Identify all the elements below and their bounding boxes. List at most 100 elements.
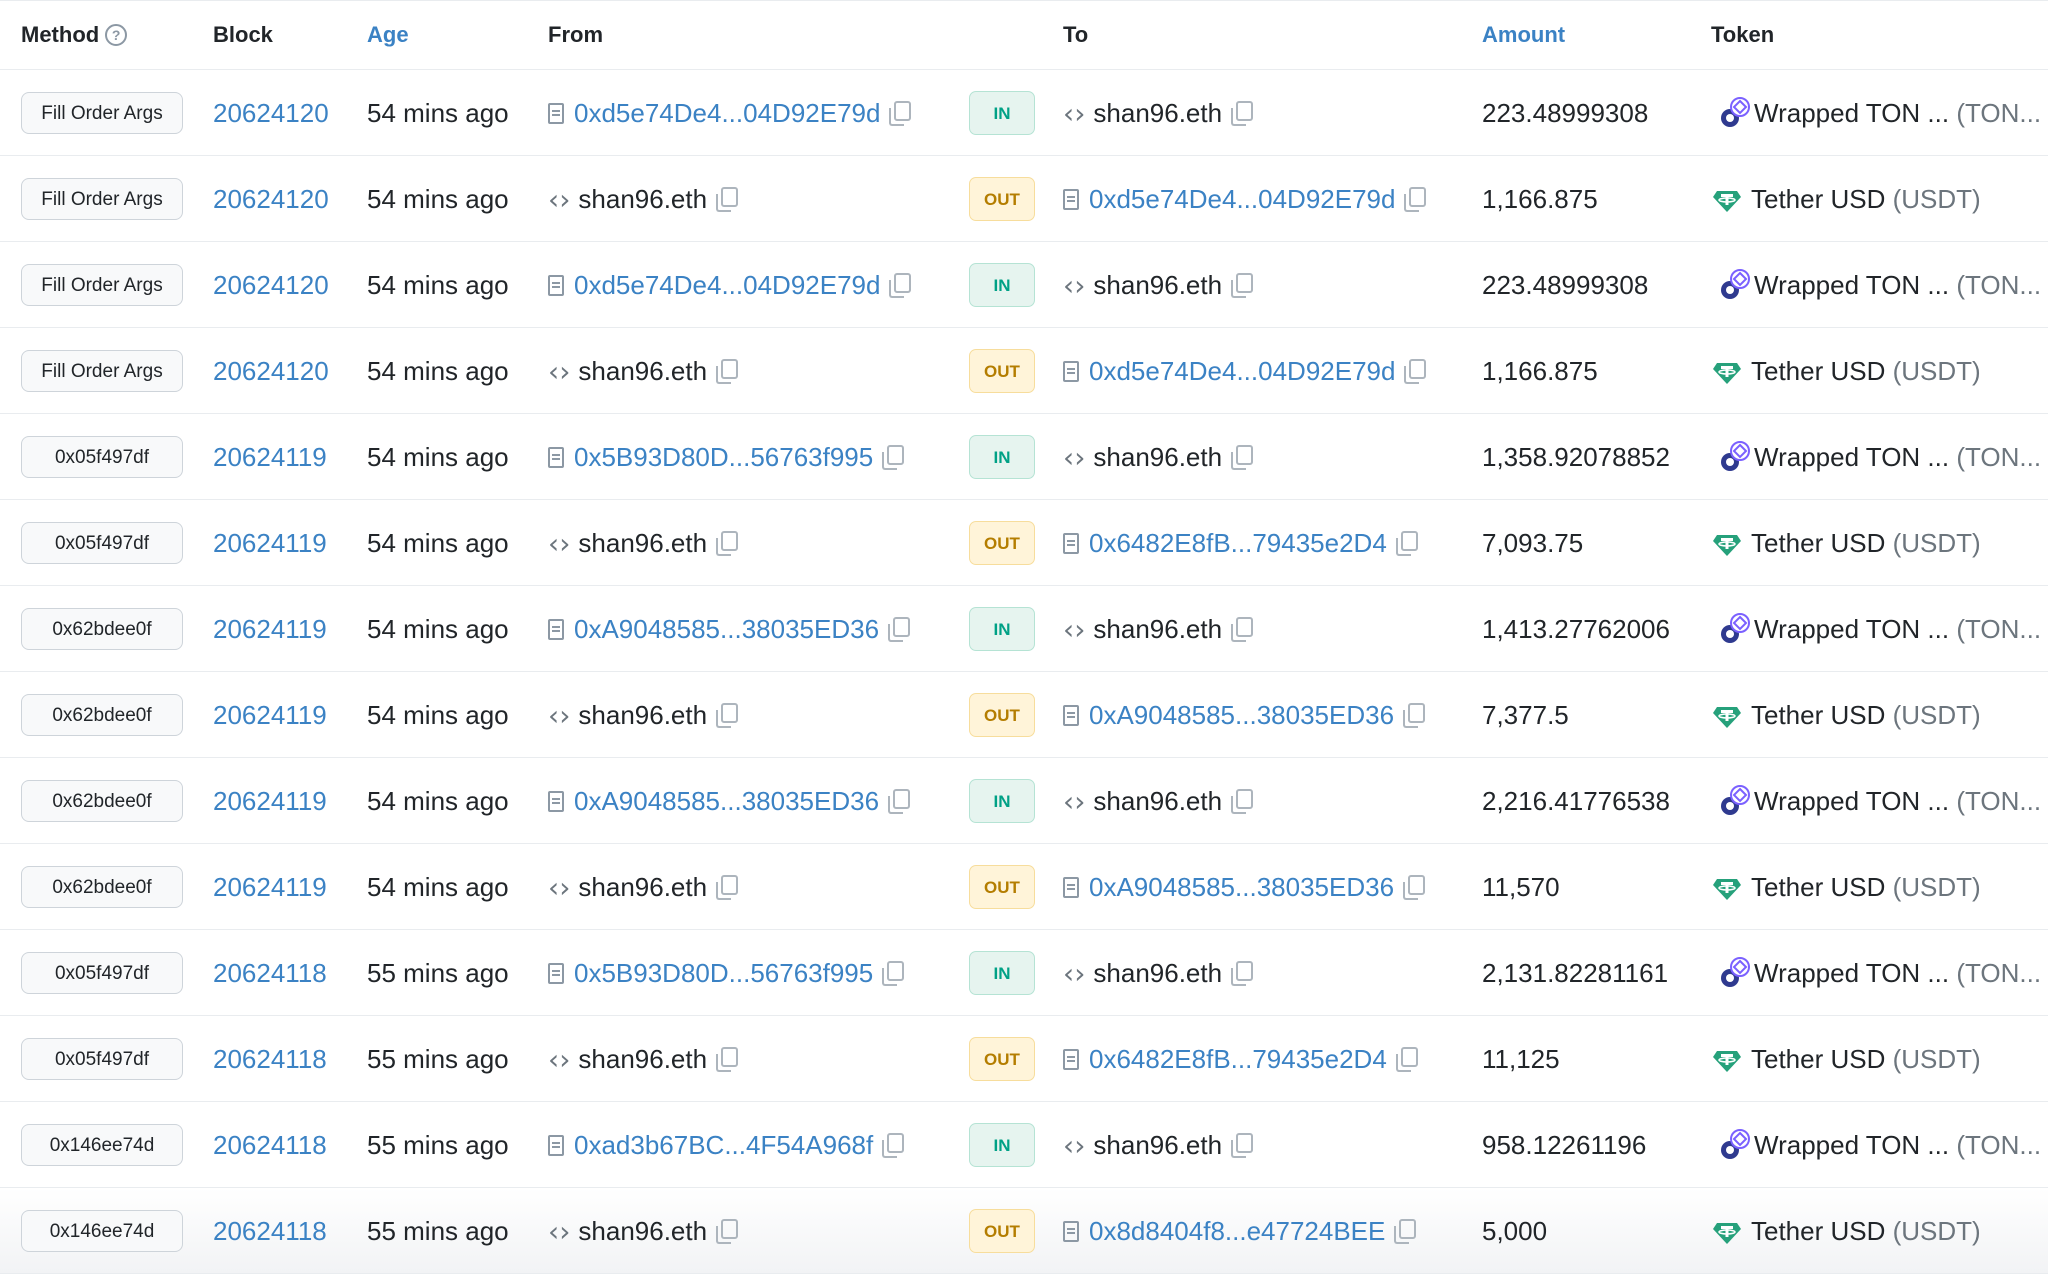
token-name[interactable]: Tether USD [1751, 528, 1885, 559]
copy-icon[interactable] [716, 703, 739, 728]
token-name[interactable]: Tether USD [1751, 1044, 1885, 1075]
address-link[interactable]: 0xA9048585...38035ED36 [1089, 700, 1394, 731]
ens-name[interactable]: shan96.eth [578, 356, 707, 387]
method-badge[interactable]: 0x05f497df [21, 436, 183, 478]
ens-name[interactable]: shan96.eth [1093, 98, 1222, 129]
copy-icon[interactable] [1395, 1047, 1418, 1072]
token-name[interactable]: Wrapped TON ... [1754, 98, 1949, 129]
copy-icon[interactable] [716, 359, 739, 384]
token-name[interactable]: Wrapped TON ... [1754, 270, 1949, 301]
copy-icon[interactable] [1231, 789, 1254, 814]
token-name[interactable]: Wrapped TON ... [1754, 786, 1949, 817]
ens-name[interactable]: shan96.eth [1093, 270, 1222, 301]
copy-icon[interactable] [716, 875, 739, 900]
token-link[interactable]: Tether USD (USDT) [1711, 1188, 1981, 1274]
ens-name[interactable]: shan96.eth [1093, 1130, 1222, 1161]
token-name[interactable]: Tether USD [1751, 184, 1885, 215]
token-link[interactable]: Wrapped TON ... (TON... [1718, 1102, 2041, 1188]
token-name[interactable]: Wrapped TON ... [1754, 1130, 1949, 1161]
token-link[interactable]: Tether USD (USDT) [1711, 1016, 1981, 1102]
token-link[interactable]: Wrapped TON ... (TON... [1718, 70, 2041, 156]
copy-icon[interactable] [716, 1047, 739, 1072]
column-age[interactable]: Age [367, 1, 409, 69]
ens-name[interactable]: shan96.eth [1093, 958, 1222, 989]
copy-icon[interactable] [888, 617, 911, 642]
method-badge[interactable]: Fill Order Args [21, 264, 183, 306]
token-link[interactable]: Tether USD (USDT) [1711, 328, 1981, 414]
block-link[interactable]: 20624120 [213, 328, 329, 414]
address-link[interactable]: 0xd5e74De4...04D92E79d [1089, 356, 1395, 387]
method-badge[interactable]: Fill Order Args [21, 178, 183, 220]
block-link[interactable]: 20624120 [213, 156, 329, 242]
method-badge[interactable]: 0x05f497df [21, 522, 183, 564]
ens-name[interactable]: shan96.eth [578, 872, 707, 903]
token-link[interactable]: Wrapped TON ... (TON... [1718, 242, 2041, 328]
token-name[interactable]: Wrapped TON ... [1754, 958, 1949, 989]
copy-icon[interactable] [889, 273, 912, 298]
address-link[interactable]: 0x6482E8fB...79435e2D4 [1089, 1044, 1387, 1075]
copy-icon[interactable] [1394, 1219, 1417, 1244]
method-badge[interactable]: 0x62bdee0f [21, 694, 183, 736]
method-badge[interactable]: 0x62bdee0f [21, 780, 183, 822]
copy-icon[interactable] [1395, 531, 1418, 556]
method-badge[interactable]: 0x146ee74d [21, 1124, 183, 1166]
token-name[interactable]: Wrapped TON ... [1754, 442, 1949, 473]
address-link[interactable]: 0xd5e74De4...04D92E79d [1089, 184, 1395, 215]
ens-name[interactable]: shan96.eth [1093, 786, 1222, 817]
token-link[interactable]: Wrapped TON ... (TON... [1718, 586, 2041, 672]
token-name[interactable]: Tether USD [1751, 1216, 1885, 1247]
copy-icon[interactable] [882, 445, 905, 470]
ens-name[interactable]: shan96.eth [578, 700, 707, 731]
copy-icon[interactable] [1231, 961, 1254, 986]
copy-icon[interactable] [1403, 703, 1426, 728]
block-link[interactable]: 20624120 [213, 70, 329, 156]
address-link[interactable]: 0x5B93D80D...56763f995 [574, 442, 873, 473]
copy-icon[interactable] [1404, 187, 1427, 212]
token-link[interactable]: Wrapped TON ... (TON... [1718, 414, 2041, 500]
copy-icon[interactable] [882, 1133, 905, 1158]
block-link[interactable]: 20624119 [213, 672, 327, 758]
token-name[interactable]: Tether USD [1751, 700, 1885, 731]
copy-icon[interactable] [716, 1219, 739, 1244]
address-link[interactable]: 0x5B93D80D...56763f995 [574, 958, 873, 989]
token-link[interactable]: Tether USD (USDT) [1711, 672, 1981, 758]
copy-icon[interactable] [1231, 445, 1254, 470]
token-link[interactable]: Wrapped TON ... (TON... [1718, 930, 2041, 1016]
copy-icon[interactable] [1231, 273, 1254, 298]
ens-name[interactable]: shan96.eth [578, 528, 707, 559]
address-link[interactable]: 0xd5e74De4...04D92E79d [574, 270, 880, 301]
block-link[interactable]: 20624119 [213, 500, 327, 586]
block-link[interactable]: 20624119 [213, 758, 327, 844]
block-link[interactable]: 20624118 [213, 1016, 327, 1102]
token-link[interactable]: Tether USD (USDT) [1711, 844, 1981, 930]
method-badge[interactable]: 0x62bdee0f [21, 866, 183, 908]
method-badge[interactable]: Fill Order Args [21, 350, 183, 392]
token-link[interactable]: Tether USD (USDT) [1711, 500, 1981, 586]
token-name[interactable]: Tether USD [1751, 872, 1885, 903]
copy-icon[interactable] [716, 531, 739, 556]
copy-icon[interactable] [1231, 101, 1254, 126]
address-link[interactable]: 0xA9048585...38035ED36 [574, 614, 879, 645]
copy-icon[interactable] [1403, 875, 1426, 900]
method-badge[interactable]: 0x05f497df [21, 952, 183, 994]
block-link[interactable]: 20624118 [213, 1102, 327, 1188]
column-amount[interactable]: Amount [1482, 1, 1565, 69]
copy-icon[interactable] [716, 187, 739, 212]
token-link[interactable]: Tether USD (USDT) [1711, 156, 1981, 242]
address-link[interactable]: 0xd5e74De4...04D92E79d [574, 98, 880, 129]
copy-icon[interactable] [889, 101, 912, 126]
ens-name[interactable]: shan96.eth [578, 1044, 707, 1075]
block-link[interactable]: 20624118 [213, 1188, 327, 1274]
method-badge[interactable]: 0x05f497df [21, 1038, 183, 1080]
ens-name[interactable]: shan96.eth [578, 184, 707, 215]
block-link[interactable]: 20624119 [213, 844, 327, 930]
address-link[interactable]: 0x8d8404f8...e47724BEE [1089, 1216, 1385, 1247]
address-link[interactable]: 0xA9048585...38035ED36 [1089, 872, 1394, 903]
copy-icon[interactable] [882, 961, 905, 986]
method-badge[interactable]: Fill Order Args [21, 92, 183, 134]
copy-icon[interactable] [1231, 1133, 1254, 1158]
address-link[interactable]: 0xad3b67BC...4F54A968f [574, 1130, 873, 1161]
block-link[interactable]: 20624118 [213, 930, 327, 1016]
question-circle-icon[interactable]: ? [105, 24, 128, 46]
block-link[interactable]: 20624119 [213, 586, 327, 672]
